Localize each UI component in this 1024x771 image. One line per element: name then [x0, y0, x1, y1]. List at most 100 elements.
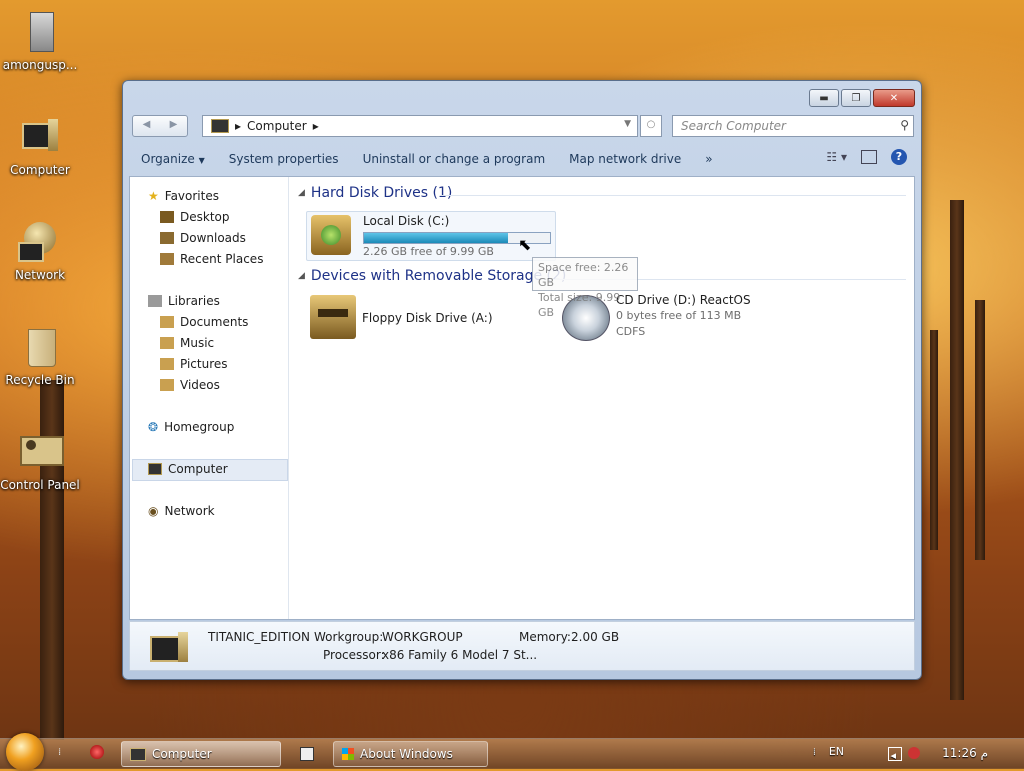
view-options-icon[interactable]: ☷ ▾ [826, 150, 847, 164]
libraries-icon [148, 295, 162, 307]
desktop-icon [160, 211, 174, 223]
system-properties-button[interactable]: System properties [217, 152, 351, 166]
network-tray-icon[interactable] [888, 747, 902, 761]
explorer-window: ▬ ❐ ✕ ◀ ▶ ▸ Computer ▸ ▼ ○ Search Comput… [122, 80, 922, 680]
caption-buttons: ▬ ❐ ✕ [809, 89, 915, 107]
drive-tooltip: Space free: 2.26 GB Total size: 9.99 GB [532, 257, 638, 319]
desktop-icon-control-panel[interactable]: Control Panel [0, 430, 80, 492]
nav-desktop[interactable]: Desktop [160, 210, 230, 224]
nav-downloads[interactable]: Downloads [160, 231, 246, 245]
security-icon[interactable] [908, 747, 920, 759]
folder-icon [160, 379, 174, 391]
group-header-hard-disks[interactable]: ◢ Hard Disk Drives (1) [298, 185, 452, 201]
help-icon[interactable]: ? [891, 149, 907, 165]
control-panel-icon [18, 430, 64, 474]
computer-icon [130, 747, 146, 761]
nav-computer[interactable]: Computer [148, 462, 228, 476]
processor-label: Processor: [323, 648, 385, 662]
computer-icon [18, 115, 62, 159]
memory-value: 2.00 GB [571, 630, 620, 644]
start-button[interactable] [6, 733, 44, 771]
breadcrumb-separator[interactable]: ▸ [313, 119, 319, 133]
drives-view: ◢ Hard Disk Drives (1) Local Disk (C:) 2.… [290, 177, 914, 619]
clock[interactable]: 11:26 م [942, 746, 988, 760]
tree-trunk [975, 300, 985, 560]
memory-label: Memory: [519, 630, 571, 644]
group-divider [440, 195, 906, 196]
taskbar-grip-icon: ⁞ [58, 747, 62, 758]
processor-value: x86 Family 6 Model 7 St... [382, 648, 538, 662]
folder-icon [160, 337, 174, 349]
language-indicator[interactable]: EN [829, 745, 844, 758]
collapse-icon[interactable]: ◢ [298, 188, 305, 198]
search-placeholder: Search Computer [681, 119, 786, 133]
tray-grip-icon: ⁞ [812, 747, 816, 758]
collapse-icon[interactable]: ◢ [298, 271, 305, 281]
breadcrumb-computer[interactable]: Computer [247, 119, 307, 133]
close-button[interactable]: ✕ [873, 89, 915, 107]
nav-buttons: ◀ ▶ [132, 115, 188, 137]
more-button[interactable]: » [693, 152, 724, 166]
minimize-button[interactable]: ▬ [809, 89, 839, 107]
recent-places-icon [160, 253, 174, 265]
drive-name: Local Disk (C:) [363, 214, 450, 228]
star-icon: ★ [148, 189, 159, 203]
workgroup-label: Workgroup: [314, 630, 384, 644]
back-button[interactable]: ◀ [133, 116, 160, 136]
address-bar[interactable]: ▸ Computer ▸ ▼ [202, 115, 638, 137]
archive-icon [18, 10, 62, 54]
uninstall-button[interactable]: Uninstall or change a program [351, 152, 558, 166]
details-pane: TITANIC_EDITION Workgroup: WORKGROUP Mem… [129, 621, 915, 671]
computer-name: TITANIC_EDITION [208, 630, 311, 644]
map-network-drive-button[interactable]: Map network drive [557, 152, 693, 166]
task-computer[interactable]: Computer [121, 741, 281, 767]
windows-logo-icon [342, 748, 354, 760]
quicklaunch-app-icon[interactable] [300, 747, 314, 761]
refresh-button[interactable]: ○ [640, 115, 662, 137]
desktop-icon-computer[interactable]: Computer [0, 115, 80, 177]
computer-icon [211, 119, 229, 133]
folder-icon [160, 358, 174, 370]
address-row: ◀ ▶ ▸ Computer ▸ ▼ ○ Search Computer ⚲ [132, 115, 914, 137]
nav-pictures[interactable]: Pictures [160, 357, 228, 371]
nav-network[interactable]: ◉ Network [148, 504, 215, 518]
computer-icon [150, 632, 190, 662]
group-header-removable[interactable]: ◢ Devices with Removable Storage (2) [298, 268, 566, 284]
recycle-bin-icon [18, 325, 62, 369]
nav-homegroup[interactable]: ❂ Homegroup [148, 420, 234, 434]
network-icon: ◉ [148, 504, 159, 518]
nav-recent-places[interactable]: Recent Places [160, 252, 263, 266]
nav-favorites[interactable]: ★ Favorites [148, 189, 219, 203]
nav-music[interactable]: Music [160, 336, 214, 350]
computer-icon [148, 463, 162, 475]
desktop-icon-network[interactable]: Network [0, 220, 80, 282]
windows-drive-icon [311, 215, 351, 255]
chevron-down-icon[interactable]: ▼ [624, 119, 631, 129]
task-about-windows[interactable]: About Windows [333, 741, 488, 767]
preview-pane-icon[interactable] [861, 150, 877, 164]
forward-button[interactable]: ▶ [160, 116, 187, 136]
drive-floppy[interactable]: Floppy Disk Drive (A:) [306, 295, 546, 341]
drive-name: CD Drive (D:) ReactOS [616, 293, 751, 307]
desktop-icon-amongus[interactable]: amongusp... [0, 10, 80, 72]
search-icon[interactable]: ⚲ [900, 118, 909, 132]
floppy-drive-icon [310, 295, 356, 339]
drive-usage-fill [364, 233, 508, 243]
organize-button[interactable]: Organize ▼ [129, 152, 217, 166]
nav-videos[interactable]: Videos [160, 378, 220, 392]
workgroup-value: WORKGROUP [382, 630, 463, 644]
taskbar: ⁞ Computer About Windows ⁞ EN ◂ 11:26 م [0, 733, 1024, 771]
quicklaunch-browser-icon[interactable] [90, 745, 104, 759]
maximize-button[interactable]: ❐ [841, 89, 871, 107]
folder-icon [160, 316, 174, 328]
drive-name: Floppy Disk Drive (A:) [362, 311, 493, 325]
homegroup-icon: ❂ [148, 420, 159, 434]
search-input[interactable]: Search Computer ⚲ [672, 115, 914, 137]
command-bar: Organize ▼ System properties Uninstall o… [129, 146, 915, 172]
desktop-icon-recycle-bin[interactable]: Recycle Bin [0, 325, 80, 387]
mouse-cursor-icon: ⬉ [518, 235, 532, 254]
nav-documents[interactable]: Documents [160, 315, 248, 329]
nav-libraries[interactable]: Libraries [148, 294, 220, 308]
drive-free-space: 2.26 GB free of 9.99 GB [363, 245, 494, 258]
breadcrumb-separator[interactable]: ▸ [235, 119, 241, 133]
